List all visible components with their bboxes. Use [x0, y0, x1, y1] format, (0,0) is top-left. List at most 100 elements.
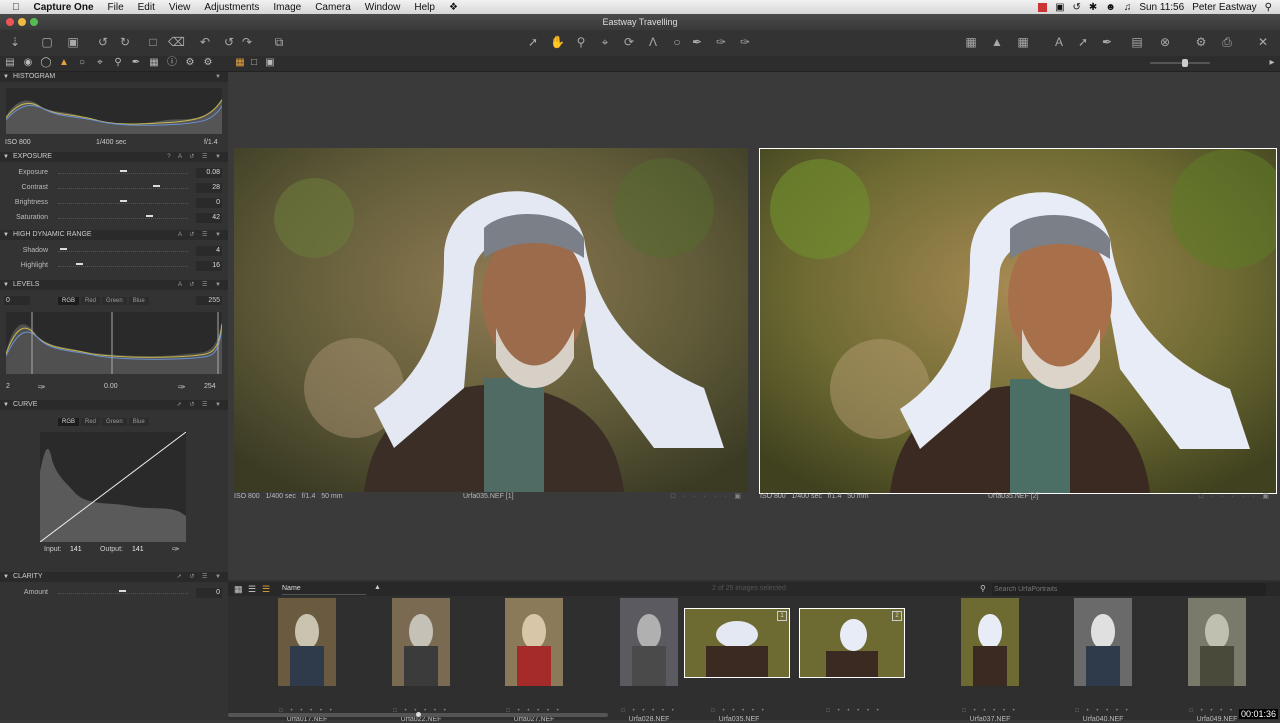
- exposure-warning-icon[interactable]: ▲: [990, 35, 1004, 49]
- wifi-icon[interactable]: ☻: [1105, 2, 1116, 13]
- collapse-curve-icon[interactable]: ▼: [3, 400, 9, 410]
- curve-tab-rgb[interactable]: RGB: [58, 418, 80, 426]
- hdr-slider-slider[interactable]: [58, 251, 188, 254]
- menu-window[interactable]: Window: [365, 2, 401, 13]
- exposure-slider-slider[interactable]: [58, 173, 188, 176]
- script-menu-icon[interactable]: ❖: [449, 2, 458, 13]
- thumbnail-image[interactable]: 1: [684, 608, 790, 678]
- thumbnail-image[interactable]: [620, 598, 678, 686]
- picker-icon[interactable]: ✑: [714, 35, 728, 49]
- recording-icon[interactable]: [1038, 2, 1048, 12]
- curve-tab-red[interactable]: Red: [81, 418, 101, 426]
- clarity-amount-slider[interactable]: [58, 593, 188, 596]
- spot-removal-icon[interactable]: ○: [670, 35, 684, 49]
- levels-highlight-picker-icon[interactable]: ✑: [178, 382, 186, 393]
- spotlight-icon[interactable]: ⚲: [1265, 2, 1272, 13]
- multi-view-icon[interactable]: ▦: [234, 57, 246, 69]
- print-icon[interactable]: ⎙: [1220, 35, 1234, 49]
- collapse-clarity-icon[interactable]: ▼: [3, 572, 9, 582]
- thumbnail-rating[interactable]: □ • • • • •: [935, 708, 1045, 714]
- display-icon[interactable]: ▣: [1055, 2, 1064, 13]
- tab-local-icon[interactable]: ✒: [130, 57, 142, 69]
- exposure-slider-value[interactable]: 28: [196, 183, 222, 193]
- bluetooth-icon[interactable]: ✱: [1089, 2, 1097, 13]
- levels-controls-icon[interactable]: A ↺ ☰ ▼: [178, 280, 224, 290]
- select-cursor-icon[interactable]: ➚: [526, 35, 540, 49]
- search-input[interactable]: [992, 583, 1266, 596]
- settings-gear-icon[interactable]: ⚙: [1194, 35, 1208, 49]
- redo-icon[interactable]: ↷: [240, 35, 254, 49]
- reset-icon[interactable]: ↺: [222, 35, 236, 49]
- time-machine-icon[interactable]: ↺: [1073, 2, 1081, 13]
- exposure-slider-thumb[interactable]: [146, 215, 153, 217]
- levels-right-field[interactable]: 255: [196, 296, 222, 305]
- browser-scroll-thumb[interactable]: [416, 712, 421, 717]
- close-circle-icon[interactable]: ⊗: [1158, 35, 1172, 49]
- text-icon[interactable]: A: [1052, 35, 1066, 49]
- levels-tab-green[interactable]: Green: [102, 297, 127, 305]
- single-view-icon[interactable]: □: [248, 57, 260, 69]
- hdr-controls-icon[interactable]: A ↺ ☰ ▼: [178, 230, 224, 240]
- menu-app-name[interactable]: Capture One: [34, 2, 94, 13]
- pan-hand-icon[interactable]: ✋: [550, 35, 565, 49]
- apply-arrow-icon[interactable]: ➚: [1076, 35, 1090, 49]
- thumbnail-cell[interactable]: □ • • • • • Urfa049.NEF: [1162, 598, 1272, 723]
- exposure-slider-slider[interactable]: [58, 203, 188, 206]
- thumbnail-rating[interactable]: □ • • • • •: [1048, 708, 1158, 714]
- list-view-icon[interactable]: ☰: [248, 584, 256, 595]
- exposure-slider-slider[interactable]: [58, 218, 188, 221]
- thumbnail-image[interactable]: 2: [799, 608, 905, 678]
- thumbnail-cell-variant[interactable]: 2 □ • • • • •: [799, 598, 909, 718]
- keystone-icon[interactable]: Λ: [646, 35, 660, 49]
- clarity-amount-thumb[interactable]: [119, 590, 126, 592]
- tab-settings-icon[interactable]: ⚙: [184, 57, 196, 69]
- hdr-slider-thumb[interactable]: [75, 263, 83, 265]
- thumbnail-image[interactable]: [1188, 598, 1246, 686]
- thumbnail-rating[interactable]: □ • • • • •: [799, 708, 909, 714]
- hdr-slider-thumb[interactable]: [60, 248, 68, 250]
- hdr-slider-value[interactable]: 16: [196, 261, 222, 271]
- camera-icon[interactable]: ▤: [1130, 35, 1144, 49]
- levels-tab-red[interactable]: Red: [81, 297, 101, 305]
- sort-dropdown[interactable]: Name: [282, 584, 366, 595]
- histogram-menu-icon[interactable]: ▼: [215, 72, 224, 82]
- apple-menu-icon[interactable]: : [12, 2, 20, 13]
- tab-focus-icon[interactable]: ⚲: [112, 57, 124, 69]
- zoom-slider[interactable]: [1150, 62, 1210, 64]
- tab-composition-icon[interactable]: ⌖: [94, 57, 106, 69]
- menu-help[interactable]: Help: [414, 2, 435, 13]
- rotate-tool-icon[interactable]: ⟳: [622, 35, 636, 49]
- menu-edit[interactable]: Edit: [138, 2, 155, 13]
- compare-view-icon[interactable]: ▣: [264, 57, 276, 69]
- menu-camera[interactable]: Camera: [315, 2, 351, 13]
- thumbnail-image[interactable]: [961, 598, 1019, 686]
- levels-mid-value[interactable]: 0.00: [104, 383, 118, 390]
- undo-icon[interactable]: ↶: [198, 35, 212, 49]
- viewer-photo-right[interactable]: [759, 148, 1277, 494]
- hdr-slider-value[interactable]: 4: [196, 246, 222, 256]
- import-icon[interactable]: ⇣: [8, 35, 22, 49]
- menu-user[interactable]: Peter Eastway: [1192, 2, 1256, 13]
- levels-shadow-picker-icon[interactable]: ✑: [38, 382, 46, 393]
- tab-details-icon[interactable]: ⓘ: [166, 57, 178, 69]
- thumbnail-image[interactable]: [392, 598, 450, 686]
- tab-output-icon[interactable]: ▦: [148, 57, 160, 69]
- viewer-photo-left[interactable]: [234, 148, 748, 492]
- hdr-header[interactable]: ▼ HIGH DYNAMIC RANGE A ↺ ☰ ▼: [0, 230, 228, 240]
- collapse-levels-icon[interactable]: ▼: [3, 280, 9, 290]
- levels-high-value[interactable]: 254: [204, 383, 216, 390]
- panel-toggle-icon[interactable]: ▸: [1266, 57, 1278, 69]
- levels-tab-blue[interactable]: Blue: [128, 297, 149, 305]
- levels-left-field[interactable]: 0: [4, 296, 30, 305]
- trash-icon[interactable]: ⌫: [168, 35, 185, 49]
- grid-view-icon[interactable]: ▦: [234, 584, 243, 595]
- menu-image[interactable]: Image: [273, 2, 301, 13]
- white-balance-picker-icon[interactable]: ✑: [738, 35, 752, 49]
- exposure-slider-value[interactable]: 42: [196, 213, 222, 223]
- menu-file[interactable]: File: [108, 2, 124, 13]
- curve-picker-icon[interactable]: ✑: [172, 544, 180, 555]
- hdr-slider-slider[interactable]: [58, 266, 188, 269]
- zoom-icon[interactable]: ⚲: [574, 35, 588, 49]
- tools-icon[interactable]: ✕: [1256, 35, 1270, 49]
- thumbnail-cell[interactable]: □ • • • • • Urfa027.NEF: [479, 598, 589, 723]
